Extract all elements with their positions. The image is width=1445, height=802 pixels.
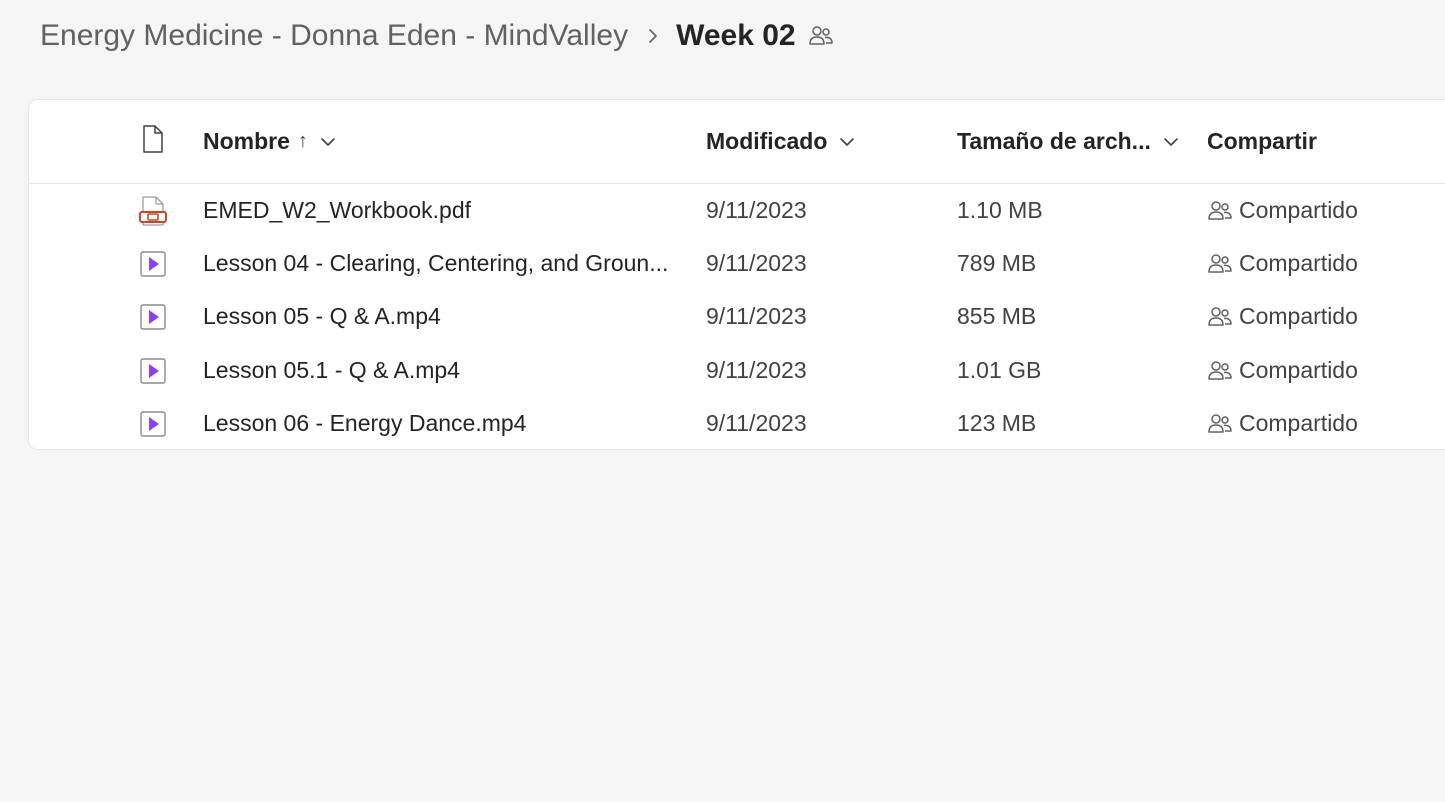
modified-date: 9/11/2023 <box>706 357 807 383</box>
share-status-label: Compartido <box>1239 250 1358 276</box>
file-type-column-header[interactable] <box>137 100 169 183</box>
table-row[interactable]: Lesson 05 - Q & A.mp4 9/11/2023 855 MB C… <box>29 290 1445 343</box>
size-header-label: Tamaño de arch... <box>957 128 1151 154</box>
size-column-header[interactable]: Tamaño de arch... <box>957 100 1179 183</box>
file-name-text: Lesson 05.1 - Q & A.mp4 <box>203 357 460 383</box>
chevron-down-icon[interactable] <box>1163 136 1179 148</box>
table-row[interactable]: Lesson 05.1 - Q & A.mp4 9/11/2023 1.01 G… <box>29 344 1445 397</box>
file-name-text: Lesson 05 - Q & A.mp4 <box>203 303 441 329</box>
file-name-text: Lesson 06 - Energy Dance.mp4 <box>203 410 527 436</box>
file-size: 123 MB <box>957 410 1037 436</box>
share-status[interactable]: Compartido <box>1207 184 1358 237</box>
file-name[interactable]: EMED_W2_Workbook.pdf <box>203 184 673 237</box>
video-file-icon <box>137 290 169 343</box>
modified-header-label: Modificado <box>706 128 828 154</box>
modified-date: 9/11/2023 <box>706 303 807 329</box>
file-icon <box>141 124 165 160</box>
share-header-label: Compartir <box>1207 128 1317 154</box>
file-name[interactable]: Lesson 04 - Clearing, Centering, and Gro… <box>203 237 673 290</box>
people-icon[interactable] <box>808 23 834 49</box>
modified-date: 9/11/2023 <box>706 197 807 223</box>
file-size: 1.01 GB <box>957 357 1042 383</box>
share-status[interactable]: Compartido <box>1207 237 1358 290</box>
name-column-header[interactable]: Nombre ↑ <box>203 100 336 183</box>
video-file-icon <box>137 397 169 450</box>
table-row[interactable]: Lesson 06 - Energy Dance.mp4 9/11/2023 1… <box>29 397 1445 450</box>
people-icon <box>1208 253 1232 273</box>
chevron-down-icon[interactable] <box>839 136 855 148</box>
file-name[interactable]: Lesson 05.1 - Q & A.mp4 <box>203 344 673 397</box>
people-icon <box>1208 413 1232 433</box>
chevron-down-icon[interactable] <box>320 136 336 148</box>
share-status-label: Compartido <box>1239 197 1358 223</box>
file-size: 789 MB <box>957 250 1037 276</box>
file-name[interactable]: Lesson 06 - Energy Dance.mp4 <box>203 397 673 450</box>
people-icon <box>1208 360 1232 380</box>
share-status-label: Compartido <box>1239 410 1358 436</box>
breadcrumb: Energy Medicine - Donna Eden - MindValle… <box>40 14 834 58</box>
table-row[interactable]: EMED_W2_Workbook.pdf 9/11/2023 1.10 MB C… <box>29 184 1445 237</box>
file-size: 855 MB <box>957 303 1037 329</box>
breadcrumb-current: Week 02 <box>676 19 796 52</box>
people-icon <box>1208 306 1232 326</box>
share-column-header[interactable]: Compartir <box>1207 100 1317 183</box>
pdf-file-icon <box>137 184 169 237</box>
breadcrumb-parent-link[interactable]: Energy Medicine - Donna Eden - MindValle… <box>40 19 628 53</box>
people-icon <box>1208 200 1232 220</box>
share-status[interactable]: Compartido <box>1207 290 1358 343</box>
file-size: 1.10 MB <box>957 197 1043 223</box>
video-file-icon <box>137 344 169 397</box>
file-name-text: EMED_W2_Workbook.pdf <box>203 197 472 223</box>
name-header-label: Nombre <box>203 128 290 154</box>
modified-date: 9/11/2023 <box>706 410 807 436</box>
share-status[interactable]: Compartido <box>1207 397 1358 450</box>
share-status[interactable]: Compartido <box>1207 344 1358 397</box>
modified-column-header[interactable]: Modificado <box>706 100 855 183</box>
file-list: Nombre ↑ Modificado Tamaño de arch... Co… <box>28 99 1445 450</box>
video-file-icon <box>137 237 169 290</box>
share-status-label: Compartido <box>1239 357 1358 383</box>
chevron-right-icon <box>646 26 660 46</box>
file-name[interactable]: Lesson 05 - Q & A.mp4 <box>203 290 673 343</box>
modified-date: 9/11/2023 <box>706 250 807 276</box>
share-status-label: Compartido <box>1239 303 1358 329</box>
table-row[interactable]: Lesson 04 - Clearing, Centering, and Gro… <box>29 237 1445 290</box>
sort-ascending-icon: ↑ <box>297 130 308 152</box>
file-name-text: Lesson 04 - Clearing, Centering, and Gro… <box>203 250 669 276</box>
file-list-header: Nombre ↑ Modificado Tamaño de arch... Co… <box>29 100 1445 184</box>
